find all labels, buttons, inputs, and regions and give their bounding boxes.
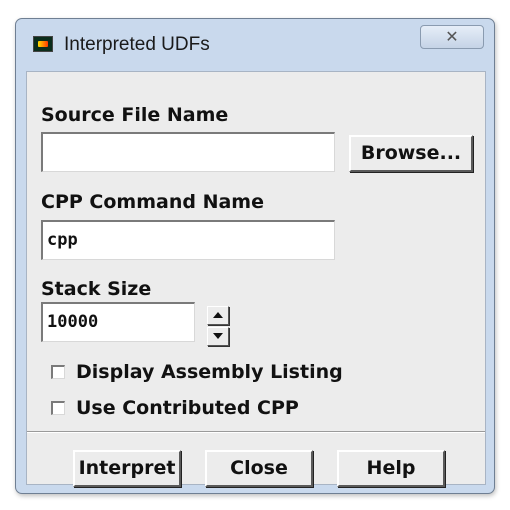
source-file-label: Source File Name <box>41 104 229 126</box>
title-bar[interactable]: Interpreted UDFs ✕ <box>16 19 494 71</box>
use-contributed-cpp-checkbox[interactable] <box>51 401 65 415</box>
interpreted-udfs-dialog: Interpreted UDFs ✕ Source File Name Brow… <box>15 18 495 494</box>
spin-up-arrow-icon <box>213 312 223 318</box>
dialog-panel: Source File Name Browse... CPP Command N… <box>26 71 486 487</box>
spin-down-arrow-icon <box>213 333 223 339</box>
stack-size-decrement-button[interactable] <box>207 327 229 346</box>
close-icon: ✕ <box>445 27 459 46</box>
stack-size-input[interactable]: 10000 <box>41 302 195 342</box>
window-title: Interpreted UDFs <box>64 34 210 55</box>
display-assembly-label: Display Assembly Listing <box>76 361 343 383</box>
stack-size-increment-button[interactable] <box>207 306 229 325</box>
fluent-app-icon <box>33 36 53 52</box>
help-button[interactable]: Help <box>337 450 445 487</box>
use-contributed-cpp-label: Use Contributed CPP <box>76 397 299 419</box>
close-window-button[interactable]: ✕ <box>420 25 484 49</box>
stack-size-label: Stack Size <box>41 278 152 300</box>
cpp-command-label: CPP Command Name <box>41 191 264 213</box>
separator-highlight <box>27 432 485 433</box>
interpret-button[interactable]: Interpret <box>73 450 181 487</box>
close-button[interactable]: Close <box>205 450 313 487</box>
source-file-input[interactable] <box>41 132 335 172</box>
browse-button[interactable]: Browse... <box>349 135 473 172</box>
display-assembly-checkbox[interactable] <box>51 365 65 379</box>
cpp-command-input[interactable]: cpp <box>41 220 335 260</box>
